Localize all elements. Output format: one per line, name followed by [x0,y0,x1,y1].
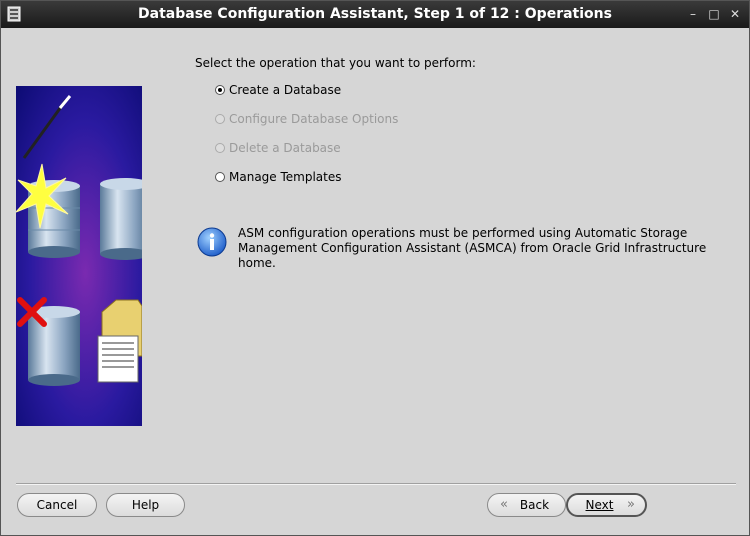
dbca-banner-image [16,86,142,426]
window-title: Database Configuration Assistant, Step 1… [138,6,612,22]
radio-label: Create a Database [229,83,342,97]
operation-prompt: Select the operation that you want to pe… [195,56,476,70]
info-icon [197,227,227,257]
radio-manage-templates[interactable]: Manage Templates [215,169,342,185]
db-cylinder-2 [100,178,142,260]
dbca-window: Database Configuration Assistant, Step 1… [0,0,750,536]
radio-button [215,114,225,124]
cancel-button[interactable]: Cancel [17,493,97,517]
info-line-1: ASM configuration operations must be per… [238,226,688,240]
radio-button[interactable] [215,172,225,182]
button-separator [16,483,736,485]
radio-label: Delete a Database [229,141,341,155]
next-label: Next [585,498,614,512]
info-text: ASM configuration operations must be per… [238,226,738,271]
folder-documents [97,299,142,383]
radio-button [215,143,225,153]
chevron-right-icon: » [627,497,635,512]
title-bar[interactable]: Database Configuration Assistant, Step 1… [1,1,749,28]
close-icon[interactable]: ✕ [726,5,744,23]
help-button[interactable]: Help [106,493,185,517]
cancel-label: Cancel [36,498,78,512]
chevron-left-icon: « [500,497,508,512]
radio-delete-database: Delete a Database [215,140,341,156]
back-button[interactable]: « Back [487,493,566,517]
info-line-2: Management Configuration Assistant (ASMC… [238,241,707,270]
maximize-icon[interactable]: □ [705,5,723,23]
radio-configure-database-options: Configure Database Options [215,111,398,127]
next-button[interactable]: Next » [566,493,647,517]
minimize-icon[interactable]: – [684,5,702,23]
help-label: Help [131,498,160,512]
radio-label: Configure Database Options [229,112,399,126]
radio-label: Manage Templates [229,170,342,184]
radio-create-database[interactable]: Create a Database [215,82,341,98]
asm-info-message: ASM configuration operations must be per… [197,226,737,270]
radio-button[interactable] [215,85,225,95]
back-label: Back [519,498,550,512]
